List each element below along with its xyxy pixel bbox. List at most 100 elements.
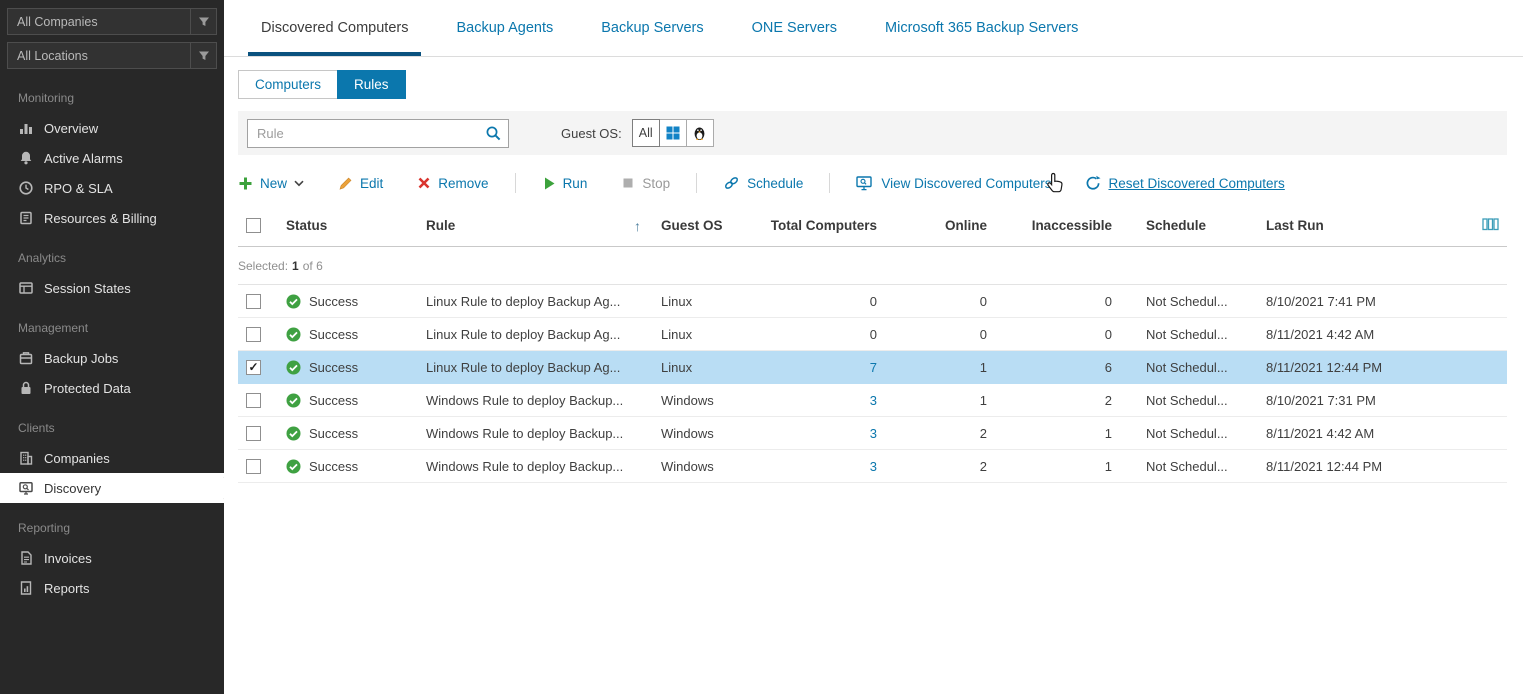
schedule-link-icon	[723, 175, 740, 191]
view-discovered-computers-button[interactable]: View Discovered Computers	[856, 176, 1051, 191]
sidebar-item-label: Companies	[44, 451, 110, 466]
column-header-online[interactable]: Online	[883, 218, 993, 233]
sidebar-item-overview[interactable]: Overview	[0, 113, 224, 143]
chevron-down-icon	[294, 180, 304, 187]
reset-discovered-computers-button[interactable]: Reset Discovered Computers	[1085, 175, 1284, 191]
table-row[interactable]: Success Windows Rule to deploy Backup...…	[238, 450, 1507, 483]
success-icon	[286, 327, 301, 342]
monitor-icon	[856, 176, 874, 191]
tab-discovered-computers[interactable]: Discovered Computers	[248, 0, 421, 56]
table-row[interactable]: Success Linux Rule to deploy Backup Ag..…	[238, 285, 1507, 318]
sidebar-filters: All Companies All Locations	[0, 0, 224, 73]
total-computers-link[interactable]: 3	[870, 426, 877, 441]
cell-schedule: Not Schedul...	[1118, 426, 1258, 441]
company-filter-funnel-icon[interactable]	[190, 9, 216, 34]
run-button[interactable]: Run	[542, 176, 588, 191]
column-header-status[interactable]: Status	[276, 218, 418, 233]
section-header-clients: Clients	[0, 403, 224, 443]
total-computers-link[interactable]: 3	[870, 393, 877, 408]
sidebar-item-rpo-sla[interactable]: RPO & SLA	[0, 173, 224, 203]
subtab-computers[interactable]: Computers	[238, 70, 338, 99]
cell-guest-os: Windows	[653, 459, 758, 474]
column-header-schedule[interactable]: Schedule	[1118, 218, 1258, 233]
cell-schedule: Not Schedul...	[1118, 327, 1258, 342]
location-filter-dropdown[interactable]: All Locations	[7, 42, 217, 69]
table-row[interactable]: Success Linux Rule to deploy Backup Ag..…	[238, 318, 1507, 351]
cell-rule: Windows Rule to deploy Backup...	[418, 426, 653, 441]
tab-backup-servers[interactable]: Backup Servers	[588, 0, 716, 56]
column-header-total-computers[interactable]: Total Computers	[758, 218, 883, 233]
toolbar-separator	[696, 173, 697, 193]
select-all-checkbox[interactable]	[246, 218, 261, 233]
schedule-button[interactable]: Schedule	[723, 175, 803, 191]
billing-icon	[18, 210, 34, 226]
table-row[interactable]: Success Windows Rule to deploy Backup...…	[238, 384, 1507, 417]
cell-inaccessible: 2	[993, 393, 1118, 408]
reset-undo-icon	[1085, 175, 1101, 191]
location-filter-funnel-icon[interactable]	[190, 43, 216, 68]
column-header-rule[interactable]: Rule	[418, 218, 653, 234]
cell-inaccessible: 1	[993, 459, 1118, 474]
top-tabs: Discovered Computers Backup Agents Backu…	[224, 0, 1523, 57]
search-box	[247, 119, 509, 148]
table-row-selected[interactable]: Success Linux Rule to deploy Backup Ag..…	[238, 351, 1507, 384]
cell-schedule: Not Schedul...	[1118, 294, 1258, 309]
row-checkbox-checked[interactable]	[246, 360, 261, 375]
tab-m365-backup-servers[interactable]: Microsoft 365 Backup Servers	[872, 0, 1091, 56]
tab-backup-agents[interactable]: Backup Agents	[443, 0, 566, 56]
row-checkbox[interactable]	[246, 393, 261, 408]
total-computers-link[interactable]: 7	[870, 360, 877, 375]
sidebar-item-session-states[interactable]: Session States	[0, 273, 224, 303]
total-computers-link[interactable]: 3	[870, 459, 877, 474]
cell-inaccessible: 0	[993, 294, 1118, 309]
sidebar-item-resources-billing[interactable]: Resources & Billing	[0, 203, 224, 233]
remove-button[interactable]: Remove	[417, 176, 488, 191]
sort-ascending-icon[interactable]	[634, 218, 641, 234]
stop-square-icon	[621, 176, 635, 190]
sidebar-item-protected-data[interactable]: Protected Data	[0, 373, 224, 403]
sidebar-item-label: Protected Data	[44, 381, 131, 396]
row-checkbox[interactable]	[246, 426, 261, 441]
lock-icon	[18, 380, 34, 396]
sidebar-item-label: Session States	[44, 281, 131, 296]
guest-os-linux-button[interactable]	[686, 119, 714, 147]
table-row[interactable]: Success Windows Rule to deploy Backup...…	[238, 417, 1507, 450]
success-icon	[286, 426, 301, 441]
sidebar-item-companies[interactable]: Companies	[0, 443, 224, 473]
cell-last-run: 8/11/2021 12:44 PM	[1258, 459, 1463, 474]
sidebar-item-backup-jobs[interactable]: Backup Jobs	[0, 343, 224, 373]
subtab-rules[interactable]: Rules	[337, 70, 406, 99]
column-header-inaccessible[interactable]: Inaccessible	[993, 218, 1118, 233]
sidebar-item-reports[interactable]: Reports	[0, 573, 224, 603]
cell-online: 2	[883, 426, 993, 441]
sidebar-item-label: Invoices	[44, 551, 92, 566]
sidebar-item-invoices[interactable]: Invoices	[0, 543, 224, 573]
row-checkbox[interactable]	[246, 294, 261, 309]
sessions-icon	[18, 280, 34, 296]
windows-icon	[666, 126, 680, 140]
column-header-last-run[interactable]: Last Run	[1258, 218, 1463, 233]
cell-schedule: Not Schedul...	[1118, 459, 1258, 474]
alarm-bell-icon	[18, 150, 34, 166]
company-filter-dropdown[interactable]: All Companies	[7, 8, 217, 35]
column-header-guest-os[interactable]: Guest OS	[653, 218, 758, 233]
edit-button[interactable]: Edit	[338, 176, 383, 191]
stop-button[interactable]: Stop	[621, 176, 670, 191]
guest-os-all-button[interactable]: All	[632, 119, 660, 147]
sidebar-item-discovery[interactable]: Discovery	[0, 473, 224, 503]
column-chooser-icon[interactable]	[1482, 218, 1499, 234]
cell-guest-os: Linux	[653, 294, 758, 309]
sidebar-item-label: Discovery	[44, 481, 101, 496]
company-filter-label: All Companies	[8, 15, 190, 29]
row-checkbox[interactable]	[246, 459, 261, 474]
sidebar-item-active-alarms[interactable]: Active Alarms	[0, 143, 224, 173]
row-checkbox[interactable]	[246, 327, 261, 342]
guest-os-windows-button[interactable]	[659, 119, 687, 147]
cell-total: 0	[758, 294, 883, 309]
rule-search-input[interactable]	[247, 119, 509, 148]
tab-one-servers[interactable]: ONE Servers	[739, 0, 850, 56]
search-icon[interactable]	[485, 125, 502, 145]
filter-bar: Guest OS: All	[238, 111, 1507, 155]
cell-schedule: Not Schedul...	[1118, 360, 1258, 375]
new-button[interactable]: New	[238, 176, 304, 191]
